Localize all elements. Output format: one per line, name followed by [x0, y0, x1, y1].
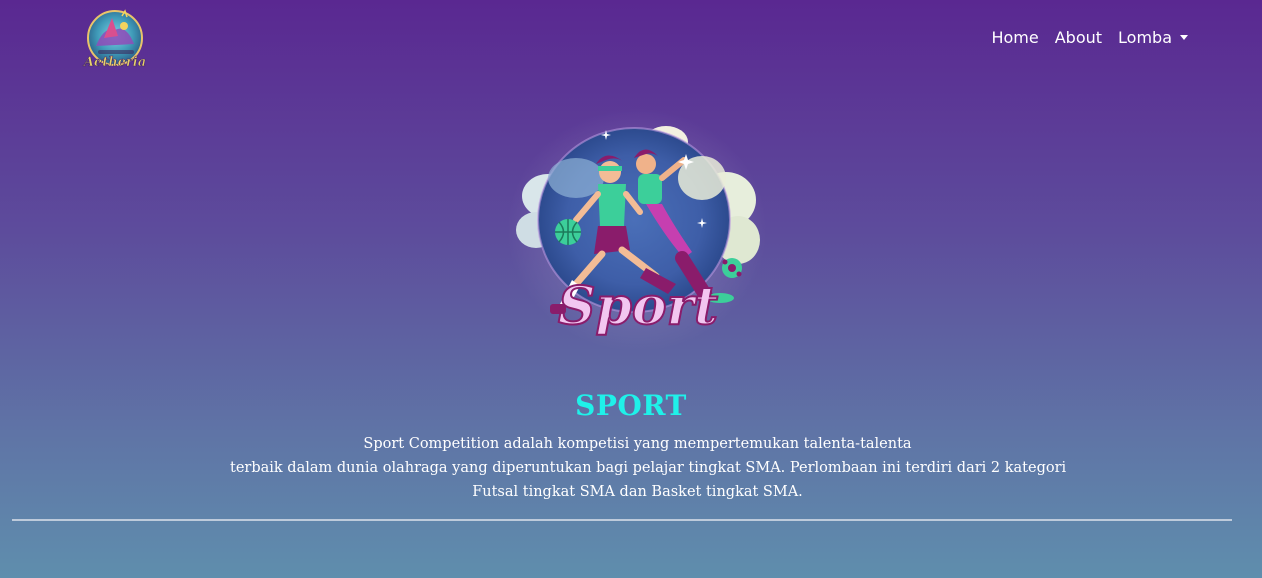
nav-lomba-dropdown[interactable]: Lomba — [1118, 28, 1188, 47]
page-title: SPORT — [575, 389, 687, 422]
navbar: Aetheria Home About Lomba — [0, 0, 1262, 80]
svg-text:Sport: Sport — [558, 276, 718, 337]
svg-text:Aetheria: Aetheria — [82, 55, 146, 70]
nav-about-link[interactable]: About — [1055, 28, 1102, 47]
brand-logo[interactable]: Aetheria — [82, 8, 148, 72]
aetheria-logo-icon: Aetheria — [82, 9, 146, 70]
section-divider — [12, 519, 1232, 521]
nav-about-label: About — [1054, 28, 1103, 47]
sport-illustration-icon: Sport — [507, 108, 767, 352]
nav-lomba-label: Lomba — [1118, 28, 1172, 47]
sport-hero-image: Sport — [506, 108, 768, 356]
competition-description: Sport Competition adalah kompetisi yang … — [230, 432, 1067, 504]
nav-home-link[interactable]: Home — [991, 28, 1038, 47]
nav-home-label: Home — [991, 28, 1039, 47]
description-line: Sport Competition adalah kompetisi yang … — [363, 436, 912, 452]
nav-links: Home About Lomba — [991, 28, 1188, 47]
chevron-down-icon — [1180, 35, 1188, 40]
description-line: terbaik dalam dunia olahraga yang diperu… — [230, 460, 1067, 476]
description-line: Futsal tingkat SMA dan Basket tingkat SM… — [472, 484, 803, 500]
